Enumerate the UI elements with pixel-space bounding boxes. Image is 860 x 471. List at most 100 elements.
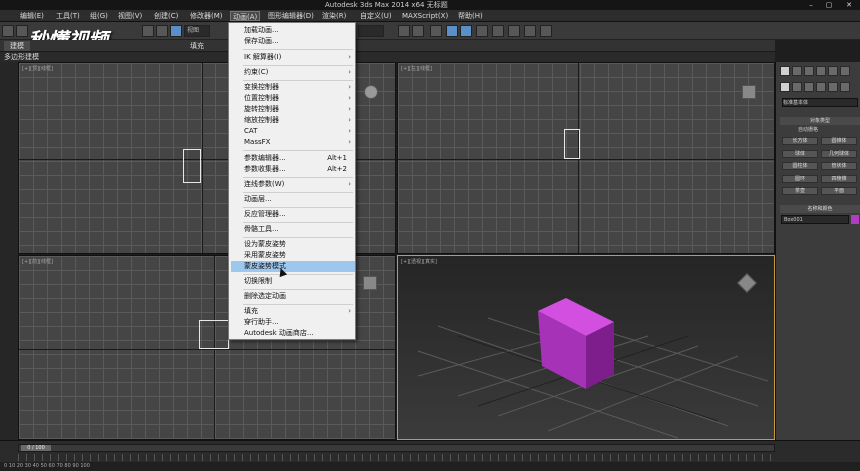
menu-customize[interactable]: 自定义(U) [358, 11, 394, 21]
menu-item-ik-solvers[interactable]: IK 解算器(I) › [231, 52, 355, 63]
menu-views[interactable]: 视图(V) [116, 11, 144, 21]
mirror-icon[interactable] [398, 25, 410, 37]
geometry-icon[interactable] [780, 82, 790, 92]
graphite-icon[interactable] [446, 25, 458, 37]
box-button[interactable]: 长方体 [782, 137, 818, 145]
tab-populate[interactable]: 填充 [184, 41, 210, 51]
menu-edit[interactable]: 编辑(E) [18, 11, 46, 21]
menu-item-animation-layers[interactable]: 动画层... [231, 194, 355, 205]
menu-item-reaction-manager[interactable]: 反应管理器... [231, 209, 355, 220]
shapes-icon[interactable] [792, 82, 802, 92]
render-frame-icon[interactable] [524, 25, 536, 37]
menu-item-toggle-limits[interactable]: 切换限制 [231, 276, 355, 287]
box-object[interactable] [183, 149, 201, 183]
close-icon[interactable]: ✕ [842, 0, 856, 10]
object-name-field[interactable]: Box001 [781, 215, 849, 224]
time-slider-knob[interactable]: 0 / 100 [21, 445, 51, 451]
menu-modifiers[interactable]: 修改器(M) [188, 11, 225, 21]
cameras-icon[interactable] [816, 82, 826, 92]
render-setup-icon[interactable] [508, 25, 520, 37]
view-dropdown[interactable]: 视图 [184, 25, 210, 37]
menu-item-cat[interactable]: CAT › [231, 126, 355, 137]
maximize-icon[interactable]: ▢ [822, 0, 836, 10]
menu-item-massfx[interactable]: MassFX › [231, 137, 355, 148]
menu-tools[interactable]: 工具(T) [54, 11, 82, 21]
minimize-icon[interactable]: – [804, 0, 818, 10]
teapot-button[interactable]: 茶壶 [782, 187, 818, 195]
material-editor-icon[interactable] [492, 25, 504, 37]
geosphere-button[interactable]: 几何球体 [821, 150, 857, 158]
menu-item-bone-tools[interactable]: 骨骼工具... [231, 224, 355, 235]
autogrid-checkbox[interactable]: 自动栅格 [782, 126, 858, 135]
display-tab-icon[interactable] [828, 66, 838, 76]
spacewarps-icon[interactable] [840, 82, 850, 92]
viewport-label[interactable]: [+][左][线框] [401, 65, 432, 72]
menu-item-parameter-editor[interactable]: 参数编辑器... Alt+1 [231, 153, 355, 164]
viewport-label[interactable]: [+][前][线框] [22, 258, 53, 265]
box-object[interactable] [564, 129, 580, 159]
menu-item-load-animation[interactable]: 加载动画... [231, 25, 355, 36]
utilities-tab-icon[interactable] [840, 66, 850, 76]
schematic-icon[interactable] [476, 25, 488, 37]
menu-item-parameter-collector[interactable]: 参数收集器... Alt+2 [231, 164, 355, 175]
menu-item-position-controllers[interactable]: 位置控制器 › [231, 93, 355, 104]
menu-item-populate[interactable]: 填充 › [231, 306, 355, 317]
menu-create[interactable]: 创建(C) [152, 11, 180, 21]
create-tab-icon[interactable] [780, 66, 790, 76]
render-icon[interactable] [540, 25, 552, 37]
primitive-type-dropdown[interactable]: 标准基本体 [782, 98, 858, 107]
menu-item-set-skin-pose[interactable]: 设为蒙皮姿势 [231, 239, 355, 250]
menu-rendering[interactable]: 渲染(R) [320, 11, 348, 21]
viewcube-icon[interactable] [363, 276, 377, 290]
cylinder-button[interactable]: 圆柱体 [782, 162, 818, 170]
menu-item-constraints[interactable]: 约束(C) › [231, 67, 355, 78]
motion-tab-icon[interactable] [816, 66, 826, 76]
menu-item-transform-controllers[interactable]: 变换控制器 › [231, 82, 355, 93]
torus-button[interactable]: 圆环 [782, 175, 818, 183]
cone-button[interactable]: 圆锥体 [821, 137, 857, 145]
menu-item-delete-selected-animation[interactable]: 删除选定动画 [231, 291, 355, 302]
menu-item-animation-store[interactable]: Autodesk 动画商店... [231, 328, 355, 339]
helpers-icon[interactable] [828, 82, 838, 92]
tab-modeling[interactable]: 建模 [4, 41, 30, 51]
move-icon[interactable] [156, 25, 168, 37]
selection-set-dropdown[interactable] [358, 25, 384, 37]
menu-animation[interactable]: 动画(A) [230, 11, 261, 21]
layer-icon[interactable] [430, 25, 442, 37]
name-color-header[interactable]: 名称和颜色 [780, 205, 860, 213]
time-slider[interactable]: 0 / 100 [18, 444, 775, 452]
menu-help[interactable]: 帮助(H) [456, 11, 485, 21]
object-color-swatch[interactable] [851, 215, 859, 224]
tube-button[interactable]: 管状体 [821, 162, 857, 170]
object-type-header[interactable]: 对象类型 [780, 117, 860, 125]
hierarchy-tab-icon[interactable] [804, 66, 814, 76]
ribbon-subbar[interactable]: 多边形建模 [0, 52, 775, 62]
pyramid-button[interactable]: 四棱锥 [821, 175, 857, 183]
viewport-label[interactable]: [+][顶][线框] [22, 65, 53, 72]
lights-icon[interactable] [804, 82, 814, 92]
menu-item-save-animation[interactable]: 保存动画... [231, 36, 355, 47]
menu-graph-editors[interactable]: 图形编辑器(D) [266, 11, 316, 21]
align-icon[interactable] [412, 25, 424, 37]
menu-maxscript[interactable]: MAXScript(X) [400, 11, 450, 21]
viewcube-icon[interactable] [742, 85, 756, 99]
menu-item-rotation-controllers[interactable]: 旋转控制器 › [231, 104, 355, 115]
curve-editor-icon[interactable] [460, 25, 472, 37]
select-icon[interactable] [142, 25, 154, 37]
menu-item-walkthrough-assistant[interactable]: 穿行助手... [231, 317, 355, 328]
viewport-left[interactable]: [+][左][线框] [397, 62, 775, 254]
menu-item-wire-parameters[interactable]: 连线参数(W) › [231, 179, 355, 190]
plane-button[interactable]: 平面 [821, 187, 857, 195]
viewport-perspective[interactable]: [+][透视][真实] [397, 255, 775, 440]
viewcube-icon[interactable] [364, 85, 378, 99]
link-icon[interactable] [2, 25, 14, 37]
menu-item-assume-skin-pose[interactable]: 采用蒙皮姿势 [231, 250, 355, 261]
menu-item-skin-pose-mode[interactable]: 蒙皮姿势模式 [231, 261, 355, 272]
unlink-icon[interactable] [16, 25, 28, 37]
menu-group[interactable]: 组(G) [88, 11, 110, 21]
sphere-button[interactable]: 球体 [782, 150, 818, 158]
modify-tab-icon[interactable] [792, 66, 802, 76]
menu-item-scale-controllers[interactable]: 缩放控制器 › [231, 115, 355, 126]
rotate-icon[interactable] [170, 25, 182, 37]
box-object[interactable] [199, 320, 229, 349]
